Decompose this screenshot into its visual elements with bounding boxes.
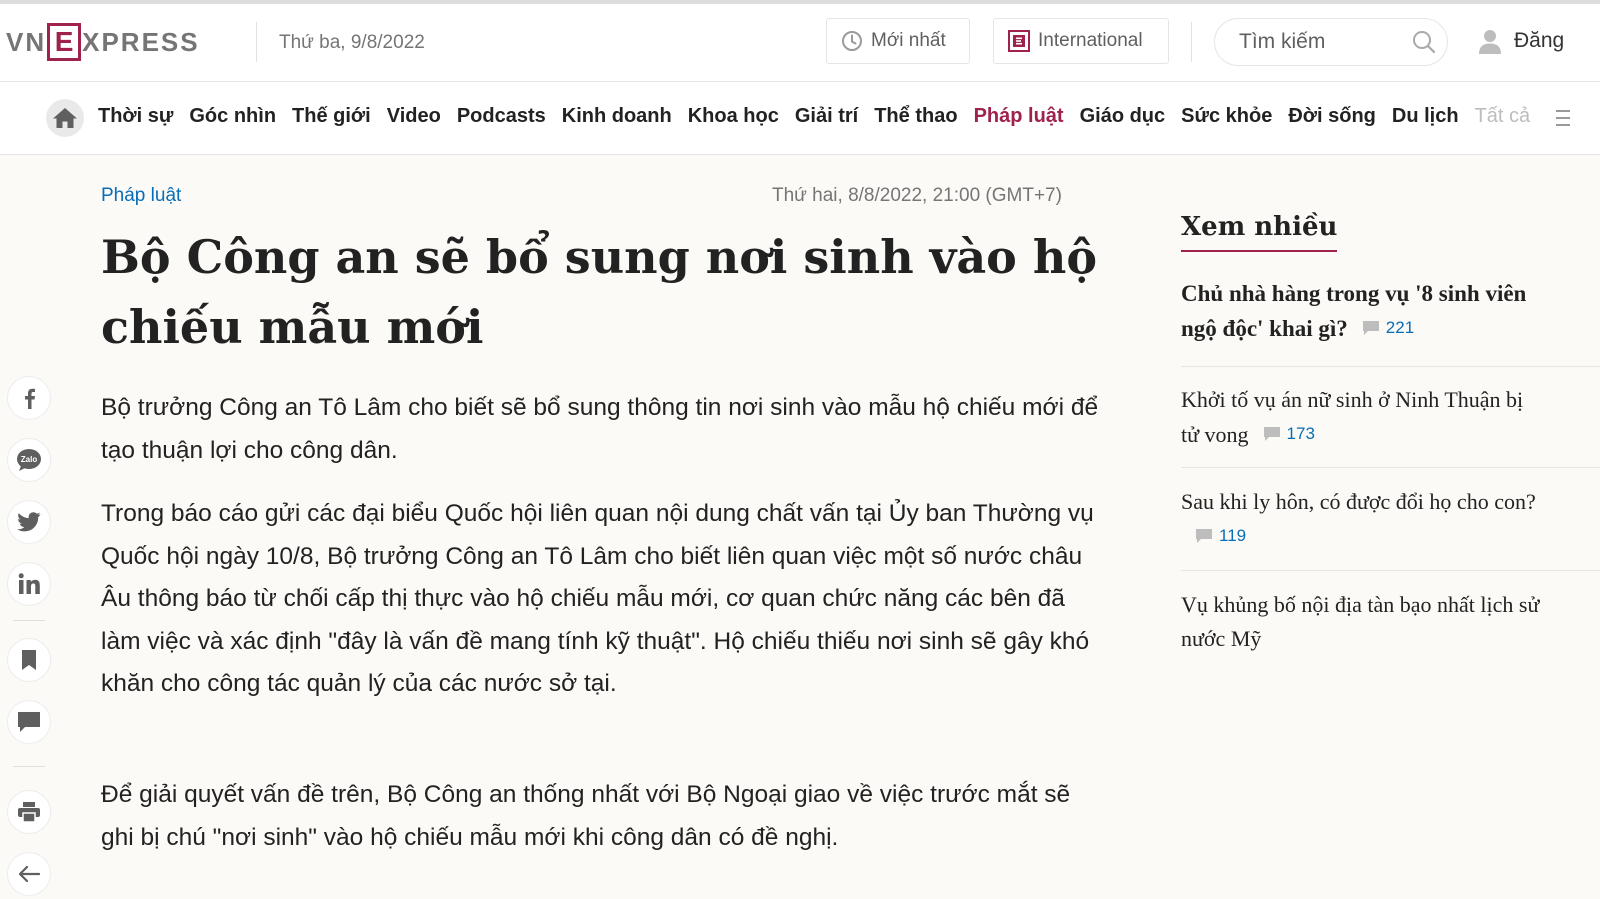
most-viewed-item-line: nước Mỹ xyxy=(1181,626,1262,651)
comment-count[interactable]: 221 xyxy=(1362,311,1414,345)
twitter-share-button[interactable] xyxy=(7,500,51,544)
sidebar-divider xyxy=(1181,467,1600,468)
search-icon[interactable] xyxy=(1411,29,1437,55)
comment-button[interactable] xyxy=(7,700,51,744)
hamburger-menu-icon[interactable] xyxy=(1556,109,1570,132)
article-paragraph: Để giải quyết vấn đề trên, Bộ Công an th… xyxy=(101,781,1071,851)
comment-count[interactable]: 173 xyxy=(1263,417,1315,451)
nav-item-du-lich[interactable]: Du lịch xyxy=(1384,105,1467,128)
e-logo-icon xyxy=(1008,30,1030,52)
zalo-icon: Zalo xyxy=(16,448,42,472)
vnexpress-logo[interactable]: VN E XPRESS xyxy=(6,20,200,64)
comment-count[interactable]: 119 xyxy=(1195,519,1246,553)
linkedin-share-button[interactable] xyxy=(7,562,51,606)
comment-bubble-icon xyxy=(1195,528,1213,544)
article-category-link[interactable]: Pháp luật xyxy=(101,185,181,207)
most-viewed-item-line: Vụ khủng bố nội địa tàn bạo nhất lịch sử xyxy=(1181,592,1540,617)
latest-news-label: Mới nhất xyxy=(871,30,946,51)
comment-icon xyxy=(17,711,41,733)
nav-item-suc-khoe[interactable]: Sức khỏe xyxy=(1173,105,1280,128)
most-viewed-item-line: Khởi tố vụ án nữ sinh ở Ninh Thuận bị xyxy=(1181,387,1524,412)
header-divider-2 xyxy=(1191,22,1192,62)
bookmark-button[interactable] xyxy=(7,638,51,682)
twitter-icon xyxy=(17,512,41,532)
search-input[interactable] xyxy=(1237,29,1411,55)
comment-count-value: 119 xyxy=(1219,526,1247,545)
logo-text-left: VN xyxy=(6,26,47,57)
most-viewed-item-text: ngộ độc' khai gì? xyxy=(1181,316,1348,341)
nav-item-thoi-su[interactable]: Thời sự xyxy=(90,105,181,128)
comment-count-value: 221 xyxy=(1385,318,1415,337)
home-button[interactable] xyxy=(46,99,84,137)
most-viewed-item-text: tử vong xyxy=(1181,422,1249,447)
article-lead: Bộ trưởng Công an Tô Lâm cho biết sẽ bổ … xyxy=(101,394,1099,464)
header-divider xyxy=(256,22,257,62)
nav-item-goc-nhin[interactable]: Góc nhìn xyxy=(181,105,284,128)
international-label: International xyxy=(1038,30,1143,51)
sidebar-divider xyxy=(1181,366,1600,367)
linkedin-icon xyxy=(18,573,40,595)
print-button[interactable] xyxy=(7,790,51,834)
nav-item-giai-tri[interactable]: Giải trí xyxy=(787,105,866,128)
nav-list: Thời sự Góc nhìn Thế giới Video Podcasts… xyxy=(90,105,1538,128)
logo-box: E xyxy=(47,23,82,61)
logo-text-right: XPRESS xyxy=(82,26,200,57)
print-icon xyxy=(17,801,41,823)
article-title: Bộ Công an sẽ bổ sung nơi sinh vào hộ ch… xyxy=(101,230,1098,354)
most-viewed-item-line: 119 xyxy=(1181,519,1600,554)
social-divider xyxy=(13,620,45,621)
facebook-share-button[interactable] xyxy=(7,376,51,420)
nav-item-doi-song[interactable]: Đời sống xyxy=(1280,105,1384,128)
article-publish-date: Thứ hai, 8/8/2022, 21:00 (GMT+7) xyxy=(772,185,1062,206)
nav-item-the-thao[interactable]: Thể thao xyxy=(866,105,965,128)
most-viewed-item[interactable]: Chủ nhà hàng trong vụ '8 sinh viên ngộ đ… xyxy=(1181,277,1600,346)
social-divider-2 xyxy=(13,766,45,767)
article-paragraph: Trong báo cáo gửi các đại biểu Quốc hội … xyxy=(101,500,1094,697)
most-viewed-item[interactable]: Vụ khủng bố nội địa tàn bạo nhất lịch sử… xyxy=(1181,588,1600,656)
nav-item-video[interactable]: Video xyxy=(379,105,449,128)
nav-item-giao-duc[interactable]: Giáo dục xyxy=(1072,105,1174,128)
zalo-share-button[interactable]: Zalo xyxy=(7,438,51,482)
comment-bubble-icon xyxy=(1362,320,1380,336)
home-icon xyxy=(52,106,78,130)
site-header: VN E XPRESS Thứ ba, 9/8/2022 Mới nhất In… xyxy=(0,4,1600,82)
facebook-icon xyxy=(22,387,36,409)
login-label: Đăng xyxy=(1514,29,1565,52)
most-viewed-item-line: tử vong 173 xyxy=(1181,417,1600,452)
nav-item-all[interactable]: Tất cả xyxy=(1467,105,1539,128)
comment-bubble-icon xyxy=(1263,426,1281,442)
nav-item-kinh-doanh[interactable]: Kinh doanh xyxy=(554,105,680,128)
back-button[interactable] xyxy=(7,852,51,896)
most-viewed-item[interactable]: Sau khi ly hôn, có được đổi họ cho con? … xyxy=(1181,485,1600,554)
current-date: Thứ ba, 9/8/2022 xyxy=(279,32,425,53)
most-viewed-item-line: Chủ nhà hàng trong vụ '8 sinh viên xyxy=(1181,281,1527,306)
most-viewed-heading: Xem nhiều xyxy=(1181,212,1338,252)
sidebar-divider xyxy=(1181,570,1600,571)
clock-icon xyxy=(841,30,863,52)
user-icon xyxy=(1478,28,1502,54)
svg-text:Zalo: Zalo xyxy=(21,455,38,464)
nav-item-the-gioi[interactable]: Thế giới xyxy=(284,105,379,128)
most-viewed-item-line: Sau khi ly hôn, có được đổi họ cho con? xyxy=(1181,489,1536,514)
most-viewed-item[interactable]: Khởi tố vụ án nữ sinh ở Ninh Thuận bị tử… xyxy=(1181,383,1600,452)
back-arrow-icon xyxy=(18,865,40,883)
nav-item-podcasts[interactable]: Podcasts xyxy=(449,105,554,128)
bookmark-icon xyxy=(21,649,37,671)
international-button[interactable]: International xyxy=(993,18,1169,64)
search-box xyxy=(1214,18,1448,66)
nav-item-khoa-hoc[interactable]: Khoa học xyxy=(680,105,787,128)
latest-news-button[interactable]: Mới nhất xyxy=(826,18,970,64)
nav-item-phap-luat[interactable]: Pháp luật xyxy=(966,105,1072,128)
main-nav: Thời sự Góc nhìn Thế giới Video Podcasts… xyxy=(0,82,1600,155)
most-viewed-item-line: ngộ độc' khai gì? 221 xyxy=(1181,311,1600,346)
login-button[interactable]: Đăng xyxy=(1478,28,1564,54)
comment-count-value: 173 xyxy=(1286,424,1315,443)
